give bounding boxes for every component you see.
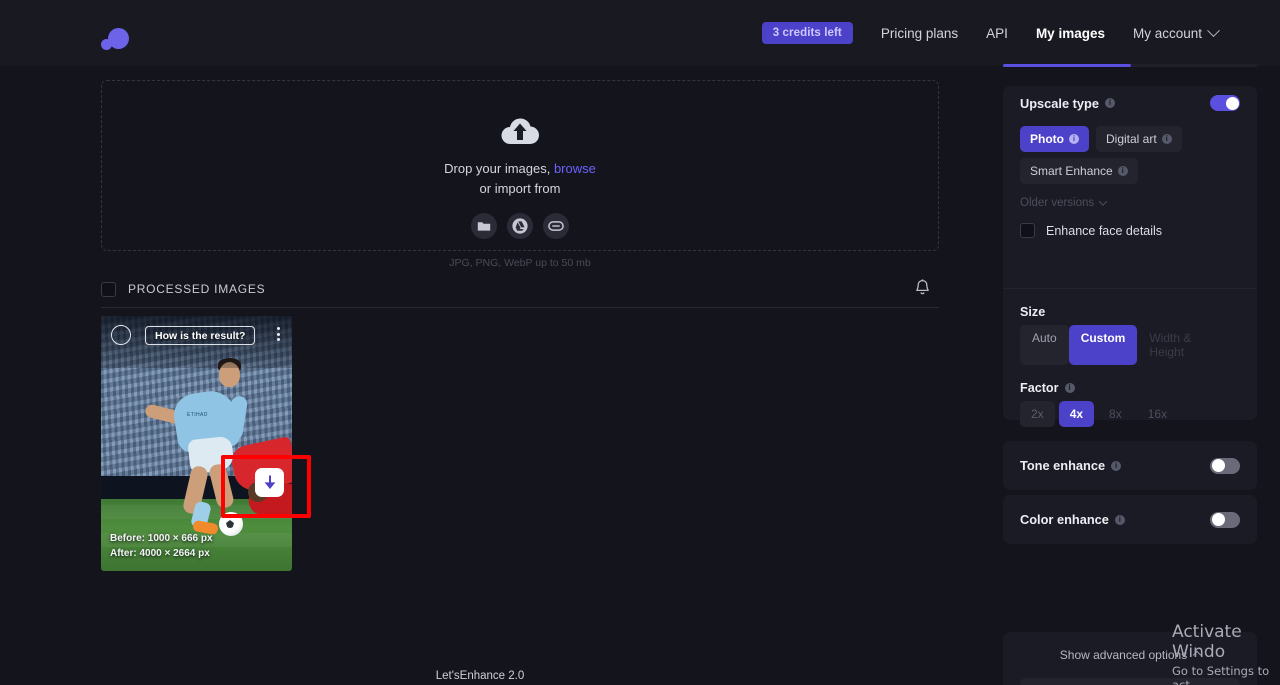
import-google-drive-button[interactable] — [507, 213, 533, 239]
upscale-type-title-row: Upscale type i — [1020, 96, 1115, 111]
dropzone-line1-prefix: Drop your images, — [444, 161, 554, 176]
upscale-type-chip-row-2: Smart Enhance i — [1003, 158, 1257, 184]
factor-option-4x[interactable]: 4x — [1058, 401, 1095, 427]
my-account-label: My account — [1132, 25, 1202, 41]
panel-progress-indicator — [1003, 64, 1257, 67]
settings-panel: Upscale type i Photo i Digital art i Sma… — [960, 64, 1280, 685]
watermark-subtitle: Go to Settings to act — [1172, 664, 1270, 685]
select-all-checkbox[interactable] — [101, 281, 116, 297]
info-icon[interactable]: i — [1161, 134, 1172, 144]
tone-enhance-toggle[interactable] — [1210, 457, 1240, 474]
size-option-custom[interactable]: Custom — [1068, 325, 1138, 365]
card-select-circle-icon[interactable] — [111, 325, 131, 345]
digital-art-label: Digital art — [1106, 132, 1157, 146]
dropzone-instruction: Drop your images, browse or import from — [444, 159, 596, 199]
dropzone-line2: or import from — [479, 181, 561, 196]
browse-link[interactable]: browse — [554, 161, 596, 176]
info-icon[interactable]: i — [1114, 514, 1125, 525]
processed-images-header: PROCESSED IMAGES — [101, 271, 939, 307]
info-icon[interactable]: i — [1104, 98, 1115, 108]
image-dropzone[interactable]: Drop your images, browse or import from — [101, 80, 939, 269]
tone-enhance-section: Tone enhance i — [1003, 441, 1257, 490]
enhance-face-details-checkbox[interactable] — [1020, 223, 1035, 238]
processed-image-card[interactable]: ETIHAD How is the result? Before: 1000 ×… — [101, 316, 292, 571]
download-arrow-icon — [264, 475, 275, 489]
factor-option-16x: 16x — [1147, 407, 1168, 421]
main-content-area: Drop your images, browse or import from — [0, 66, 960, 685]
size-option-auto[interactable]: Auto — [1020, 325, 1069, 365]
size-segmented-control: Auto Custom Width & Height — [1003, 325, 1257, 365]
processed-images-title: PROCESSED IMAGES — [128, 282, 266, 296]
footer-version-label: Let'sEnhance 2.0 — [435, 670, 525, 682]
section-divider — [101, 307, 939, 308]
factor-options: 2x 4x 8x 16x — [1003, 401, 1257, 427]
windows-activation-watermark: Activate Windo Go to Settings to act — [1172, 622, 1280, 685]
factor-label: Factor — [1020, 381, 1059, 395]
info-icon[interactable]: i — [1111, 460, 1122, 471]
enhance-face-details-label: Enhance face details — [1046, 223, 1163, 238]
info-icon[interactable]: i — [1117, 166, 1128, 176]
import-folder-button[interactable] — [471, 213, 497, 239]
factor-option-8x: 8x — [1109, 407, 1122, 421]
nav-my-account-menu[interactable]: My account — [1132, 23, 1220, 41]
credits-badge[interactable]: 3 credits left — [761, 22, 853, 44]
nav-link-pricing-plans[interactable]: Pricing plans — [881, 26, 958, 41]
download-button[interactable] — [255, 468, 284, 497]
card-size-metadata: Before: 1000 × 666 px After: 4000 × 2664… — [110, 531, 213, 561]
tone-enhance-title-row: Tone enhance i — [1020, 458, 1122, 473]
older-versions-toggle[interactable]: Older versions — [1003, 197, 1257, 209]
upscale-type-toggle[interactable] — [1210, 95, 1240, 111]
color-enhance-title-row: Color enhance i — [1020, 512, 1125, 527]
upscale-type-smart-enhance-chip[interactable]: Smart Enhance i — [1020, 158, 1138, 184]
more-options-icon[interactable] — [277, 327, 280, 341]
size-factor-section: Size Auto Custom Width & Height Factor i… — [1003, 288, 1257, 427]
chevron-down-icon — [1207, 23, 1220, 37]
nav-link-api[interactable]: API — [986, 26, 1008, 41]
color-enhance-toggle[interactable] — [1210, 511, 1240, 528]
color-enhance-label: Color enhance — [1020, 512, 1109, 527]
import-sources-row — [471, 213, 569, 239]
watermark-title: Activate Windo — [1172, 622, 1242, 662]
upscale-type-digital-art-chip[interactable]: Digital art i — [1096, 126, 1182, 152]
before-size-label: Before: 1000 × 666 px — [110, 533, 213, 544]
app-logo-icon[interactable] — [100, 26, 130, 56]
logo-blob-small — [101, 39, 112, 50]
import-link-button[interactable] — [543, 213, 569, 239]
color-enhance-section: Color enhance i — [1003, 495, 1257, 544]
tone-enhance-label: Tone enhance — [1020, 458, 1106, 473]
photo-label: Photo — [1030, 132, 1064, 146]
older-versions-label: Older versions — [1020, 197, 1095, 209]
size-option-width-height: Width & Height — [1149, 331, 1192, 359]
after-size-label: After: 4000 × 2664 px — [110, 548, 210, 559]
info-icon[interactable]: i — [1064, 383, 1075, 393]
upscale-type-section: Upscale type i Photo i Digital art i Sma… — [1003, 86, 1257, 292]
upscale-type-photo-chip[interactable]: Photo i — [1020, 126, 1089, 152]
nav-link-my-images[interactable]: My images — [1036, 26, 1105, 41]
how-is-the-result-button[interactable]: How is the result? — [145, 326, 256, 345]
upscale-type-label: Upscale type — [1020, 95, 1099, 111]
factor-option-2x[interactable]: 2x — [1020, 401, 1055, 427]
upscale-type-chip-row-1: Photo i Digital art i — [1003, 126, 1257, 152]
advanced-options-label: Show advanced options — [1059, 648, 1188, 662]
enhance-face-details-row[interactable]: Enhance face details — [1003, 223, 1257, 238]
size-label: Size — [1020, 305, 1046, 319]
chevron-down-icon — [1098, 197, 1108, 206]
jersey-sponsor-text: ETIHAD — [187, 412, 208, 418]
notification-bell-icon[interactable] — [914, 279, 931, 302]
factor-title-row: Factor i — [1003, 365, 1257, 395]
smart-enhance-label: Smart Enhance — [1030, 164, 1113, 178]
nav-links-group: 3 credits left Pricing plans API My imag… — [761, 0, 1220, 66]
cloud-upload-icon — [499, 117, 541, 147]
info-icon[interactable]: i — [1069, 134, 1079, 144]
accepted-filetypes-hint: JPG, PNG, WebP up to 50 mb — [449, 257, 591, 269]
top-navigation-bar: 3 credits left Pricing plans API My imag… — [0, 0, 1280, 66]
